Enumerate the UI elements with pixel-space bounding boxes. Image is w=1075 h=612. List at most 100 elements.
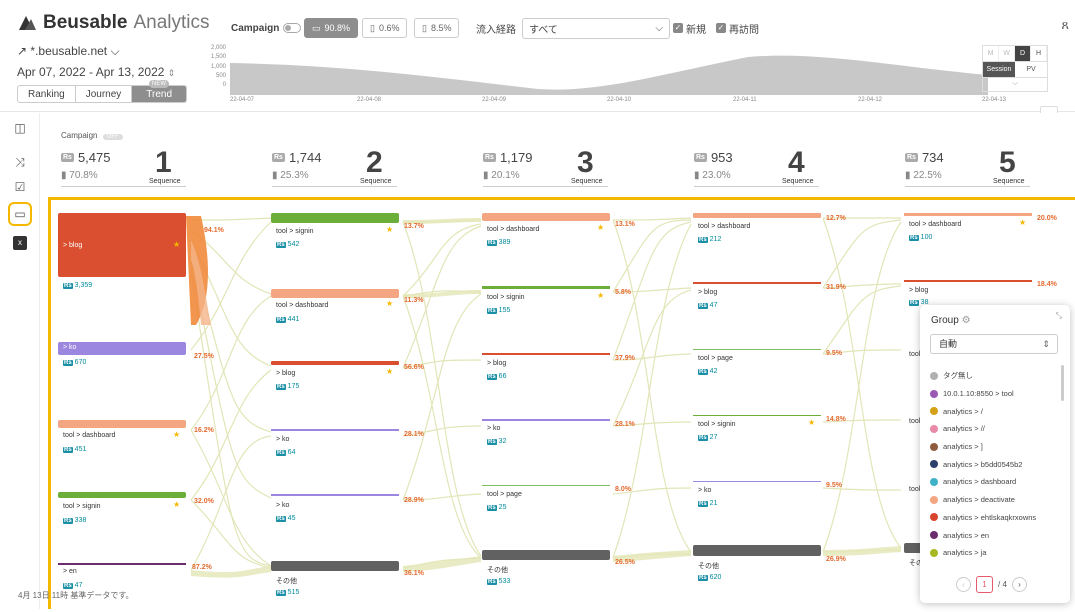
node-count: Rs 542 xyxy=(276,241,299,248)
tab-journey[interactable]: Journey xyxy=(76,86,133,102)
node-other[interactable] xyxy=(271,561,399,571)
node-label: > blog xyxy=(909,287,929,294)
list-item[interactable]: analytics > // xyxy=(930,420,1060,438)
minimize-icon[interactable]: ⤡ xyxy=(1056,311,1062,321)
list-item[interactable]: analytics > en xyxy=(930,526,1060,544)
star-icon[interactable]: ★ xyxy=(173,430,180,439)
metric-session[interactable]: Session xyxy=(983,62,1015,77)
seq-number: 2 xyxy=(366,146,383,179)
node-ko[interactable] xyxy=(693,481,821,482)
shuffle-icon[interactable]: ⤨ xyxy=(13,155,27,169)
chevron-left-icon[interactable]: ‹ xyxy=(956,577,971,592)
seq-number: 4 xyxy=(788,146,805,179)
node-label: > ko xyxy=(63,344,77,351)
node-percent: 9.5% xyxy=(826,482,842,489)
list-item[interactable]: analytics > dashboard xyxy=(930,473,1060,491)
divider xyxy=(272,186,397,187)
device-desktop[interactable]: ▭ 90.8% xyxy=(304,18,359,38)
node-other[interactable] xyxy=(693,545,821,556)
excel-icon[interactable]: x xyxy=(13,236,27,250)
site-selector[interactable]: ↗ *.beusable.net ⌵ xyxy=(17,44,120,59)
node-label: tool xyxy=(909,418,921,425)
star-icon[interactable]: ★ xyxy=(597,291,604,300)
device-mobile[interactable]: ▯ 8.5% xyxy=(414,18,460,38)
node-tool-dashboard[interactable] xyxy=(271,289,399,298)
node-count-value: 3,359 xyxy=(74,282,93,289)
star-icon[interactable]: ★ xyxy=(386,225,393,234)
star-icon[interactable]: ★ xyxy=(386,367,393,376)
granularity-week[interactable]: W xyxy=(999,46,1015,61)
check-new[interactable]: ✓ 新規 xyxy=(673,18,706,38)
user-icon[interactable]: ጸ xyxy=(1061,17,1069,33)
node-count: Rs 389 xyxy=(487,239,510,246)
metric-pv[interactable]: PV xyxy=(1015,62,1047,77)
node-tool-signin[interactable] xyxy=(482,286,610,289)
checklist-icon[interactable]: ☑ xyxy=(13,180,27,194)
toggle-switch[interactable] xyxy=(283,23,302,33)
node-tool-signin[interactable] xyxy=(271,213,399,223)
sequence-header-5: Rs 734 ▮ 22.5% 5 Sequence xyxy=(905,146,1075,187)
node-tool-page[interactable] xyxy=(693,349,821,350)
tab-trend[interactable]: Trend xyxy=(132,86,187,102)
star-icon[interactable]: ★ xyxy=(1019,218,1026,227)
checkbox-checked-icon: ✓ xyxy=(673,23,683,33)
node-ko[interactable] xyxy=(58,342,186,355)
node-tool-dashboard[interactable] xyxy=(58,420,186,428)
node-blog[interactable] xyxy=(271,361,399,365)
trash-icon: ▮ xyxy=(905,170,911,181)
chevron-down-icon[interactable]: ⌵ xyxy=(983,77,1047,91)
list-item[interactable]: 10.0.1.10:8550 > tool xyxy=(930,385,1060,403)
granularity-hour[interactable]: H xyxy=(1031,46,1047,61)
device-mobile-value: 8.5% xyxy=(430,23,452,33)
check-return[interactable]: ✓ 再訪問 xyxy=(716,18,759,38)
node-ko[interactable] xyxy=(271,494,399,496)
gear-icon[interactable]: ⚙ xyxy=(962,315,971,326)
granularity-day[interactable]: D xyxy=(1015,46,1031,61)
node-blog[interactable] xyxy=(482,353,610,355)
list-item[interactable]: analytics > ehtlskaqkrxowns xyxy=(930,509,1060,527)
group-select[interactable]: 自動 ⇕ xyxy=(930,334,1058,354)
tab-ranking[interactable]: Ranking xyxy=(18,86,76,102)
node-other[interactable] xyxy=(482,550,610,560)
panel-icon[interactable]: ◫ xyxy=(13,121,27,135)
list-item[interactable]: analytics > ] xyxy=(930,438,1060,456)
folder-icon[interactable]: ▭ xyxy=(8,202,32,226)
star-icon[interactable]: ★ xyxy=(386,299,393,308)
top-bar: Beusable Analytics ↗ *.beusable.net ⌵ Ap… xyxy=(0,0,1075,112)
inflow-dropdown[interactable]: すべて ⌵ xyxy=(522,17,670,39)
list-item[interactable]: タグ無し xyxy=(930,367,1060,385)
node-count-value: 515 xyxy=(287,589,300,596)
node-blog[interactable] xyxy=(693,282,821,284)
list-item[interactable]: analytics > b5dd0545b2 xyxy=(930,455,1060,473)
node-tool-page[interactable] xyxy=(482,485,610,486)
x-tick: 22-04-09 xyxy=(482,97,507,103)
node-tool-dashboard[interactable] xyxy=(904,213,1032,216)
list-item[interactable]: analytics > ja xyxy=(930,544,1060,562)
scrollbar[interactable] xyxy=(1061,365,1064,401)
star-icon[interactable]: ★ xyxy=(173,500,180,509)
granularity-month[interactable]: M xyxy=(983,46,999,61)
star-icon[interactable]: ★ xyxy=(597,223,604,232)
node-tool-dashboard[interactable] xyxy=(482,213,610,221)
node-ko[interactable] xyxy=(482,419,610,421)
device-tablet[interactable]: ▯ 0.6% xyxy=(362,18,408,38)
chevron-right-icon[interactable]: › xyxy=(1011,577,1027,592)
node-count-value: 542 xyxy=(287,241,300,248)
star-icon[interactable]: ★ xyxy=(173,240,180,249)
node-blog[interactable] xyxy=(904,280,1032,282)
node-tool-signin[interactable] xyxy=(58,492,186,498)
node-ko[interactable] xyxy=(271,429,399,431)
page-current[interactable]: 1 xyxy=(976,576,993,593)
star-icon[interactable]: ★ xyxy=(808,418,815,427)
node-tool-signin[interactable] xyxy=(693,415,821,416)
date-range-picker[interactable]: Apr 07, 2022 - Apr 13, 2022 ⇕ xyxy=(17,65,175,79)
node-label: tool > dashboard xyxy=(487,226,540,233)
item-label: タグ無し xyxy=(943,371,973,381)
list-item[interactable]: analytics > / xyxy=(930,402,1060,420)
list-item[interactable]: analytics > deactivate xyxy=(930,491,1060,509)
page-total: / 4 xyxy=(998,580,1007,589)
node-tool-dashboard[interactable] xyxy=(693,213,821,218)
node-label: tool > page xyxy=(698,355,733,362)
node-en[interactable] xyxy=(58,563,186,565)
campaign-toggle[interactable]: Campaign xyxy=(231,18,302,38)
